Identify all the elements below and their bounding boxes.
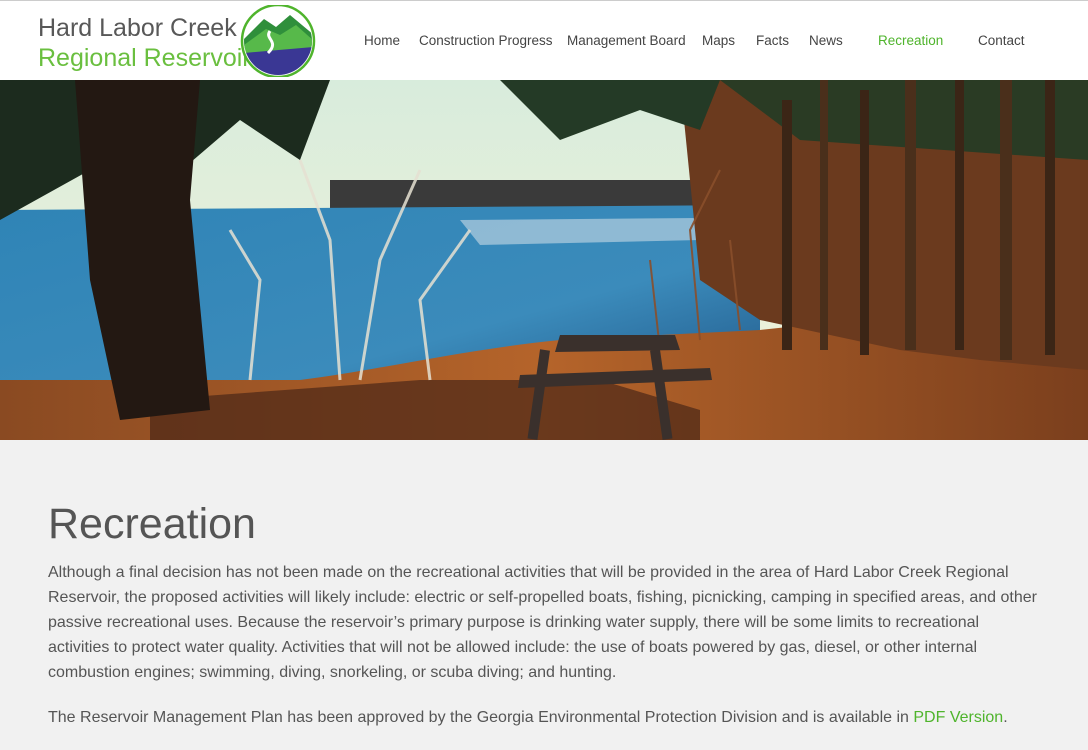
recreation-description: Although a final decision has not been m… [48,564,1037,681]
pdf-version-link[interactable]: PDF Version [913,709,1003,726]
site-header: Hard Labor Creek Regional Reservoir Home… [0,0,1088,80]
main-content: Recreation Although a final decision has… [48,440,1038,750]
nav-item-home[interactable]: Home [364,33,400,48]
nav-item-construction-progress[interactable]: Construction Progress [419,33,553,48]
nav-item-management-board[interactable]: Management Board [567,33,686,48]
nav-item-maps[interactable]: Maps [702,33,735,48]
management-plan-text: The Reservoir Management Plan has been a… [48,709,914,726]
nav-item-contact[interactable]: Contact [978,33,1025,48]
management-plan-period: . [1003,709,1008,726]
hero-image [0,80,1088,440]
main-nav: Home Construction Progress Management Bo… [0,1,1088,81]
nav-item-facts[interactable]: Facts [756,33,789,48]
nav-item-recreation[interactable]: Recreation [878,33,943,48]
management-plan-note: The Reservoir Management Plan has been a… [48,705,1038,730]
lake-picnic-table-photo [0,80,1088,440]
nav-item-news[interactable]: News [809,33,843,48]
page-title: Recreation [48,500,256,548]
